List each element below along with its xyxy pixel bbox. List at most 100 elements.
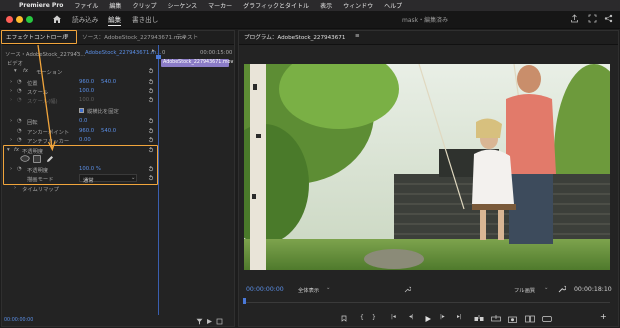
effect-controls-timecode[interactable]: 00:00:00:00: [4, 318, 33, 323]
tab-source[interactable]: ソース：AdobeStock_227943671.mov: [82, 33, 186, 41]
flicker-value[interactable]: 0.00: [79, 137, 91, 143]
play-audio-icon[interactable]: [206, 318, 213, 325]
rotation-expand-icon[interactable]: ›: [10, 118, 12, 124]
step-forward-icon[interactable]: |▸: [440, 314, 445, 320]
app-header: 読み込み 編集 書き出し mask・編集済み: [0, 11, 620, 29]
playhead-line: [158, 45, 159, 315]
uniform-scale-checkbox[interactable]: [79, 108, 84, 113]
position-reset-icon[interactable]: [148, 79, 154, 85]
quality-select[interactable]: フル画質 ⌄: [512, 285, 554, 294]
insert-icon[interactable]: [474, 315, 484, 323]
scale-value[interactable]: 100.0: [79, 88, 94, 94]
scale-stopwatch-icon[interactable]: ◔: [17, 88, 22, 94]
mark-out-icon[interactable]: }: [372, 314, 376, 321]
go-to-out-icon[interactable]: ▸|: [457, 314, 462, 320]
scale-width-reset-icon[interactable]: [148, 97, 154, 103]
share-icon[interactable]: [604, 14, 613, 23]
tab-export[interactable]: 書き出し: [132, 14, 158, 24]
overwrite-icon[interactable]: [491, 315, 501, 323]
blend-mode-reset-icon[interactable]: [148, 175, 154, 181]
add-button-icon[interactable]: +: [600, 312, 607, 321]
clip-bar-label: AdobeStock_227943671.mov: [163, 59, 234, 65]
rectangle-mask-icon[interactable]: [33, 155, 41, 163]
flicker-reset-icon[interactable]: [148, 137, 154, 143]
opacity-value[interactable]: 100.0 %: [79, 166, 101, 172]
opacity-stopwatch-icon[interactable]: ◔: [17, 166, 22, 172]
opacity-reset-icon[interactable]: [148, 147, 154, 153]
motion-reset-icon[interactable]: [148, 68, 154, 74]
expand-timeline-icon[interactable]: ▸: [152, 48, 155, 54]
fx-motion-icon[interactable]: fx: [23, 68, 28, 74]
quick-export-icon[interactable]: [570, 14, 579, 23]
filter-icon[interactable]: [196, 318, 203, 325]
menu-clip[interactable]: クリップ: [132, 1, 156, 10]
scrub-bar[interactable]: [244, 302, 610, 303]
compare-icon[interactable]: [525, 315, 535, 323]
opacity-value-reset-icon[interactable]: [148, 166, 154, 172]
scale-expand-icon[interactable]: ›: [10, 88, 12, 94]
scale-reset-icon[interactable]: [148, 88, 154, 94]
full-screen-icon[interactable]: [588, 14, 597, 23]
step-back-icon[interactable]: ◂|: [409, 314, 414, 320]
mark-in-icon[interactable]: {: [360, 314, 364, 321]
tab-edit[interactable]: 編集: [108, 14, 121, 24]
zoom-window-button[interactable]: [26, 16, 33, 23]
scrub-playhead[interactable]: [243, 298, 246, 304]
menu-sequence[interactable]: シーケンス: [167, 1, 197, 10]
anchor-y-value[interactable]: 540.0: [101, 128, 116, 134]
video-scene-image: [244, 64, 610, 270]
blend-mode-select[interactable]: 通常 ⌄: [79, 174, 137, 184]
menu-file[interactable]: ファイル: [74, 1, 98, 10]
add-marker-icon[interactable]: [340, 315, 348, 323]
close-window-button[interactable]: [6, 16, 13, 23]
settings-wrench-icon[interactable]: [404, 286, 411, 293]
anchor-stopwatch-icon[interactable]: ◔: [17, 128, 22, 134]
scale-label: スケール: [27, 90, 49, 96]
clip-bar[interactable]: AdobeStock_227943671.mov: [161, 59, 233, 67]
program-monitor-menu-icon[interactable]: ≡: [355, 33, 360, 39]
menu-edit[interactable]: 編集: [109, 1, 121, 10]
menu-help[interactable]: ヘルプ: [384, 1, 402, 10]
menu-view[interactable]: 表示: [320, 1, 332, 10]
anchor-x-value[interactable]: 960.0: [79, 128, 94, 134]
tab-import[interactable]: 読み込み: [72, 14, 98, 24]
rotation-stopwatch-icon[interactable]: ◔: [17, 118, 22, 124]
motion-expand-icon[interactable]: ▾: [14, 68, 17, 74]
chevron-down-icon: ⌄: [131, 175, 136, 181]
flicker-stopwatch-icon[interactable]: ◔: [17, 137, 22, 143]
fit-select[interactable]: 全体表示 ⌄: [296, 285, 336, 294]
wrench-icon[interactable]: [558, 285, 566, 293]
rotation-reset-icon[interactable]: [148, 118, 154, 124]
position-x-value[interactable]: 960.0: [79, 79, 94, 85]
fx-opacity-icon[interactable]: fx: [14, 147, 19, 153]
clip-label[interactable]: AdobeStock_227943671.m…: [85, 50, 162, 56]
menu-app-name[interactable]: Premiere Pro: [19, 2, 63, 9]
opacity-value-expand-icon[interactable]: ›: [10, 166, 12, 172]
export-frame-icon[interactable]: [216, 318, 223, 325]
ellipse-mask-icon[interactable]: [20, 155, 30, 162]
position-y-value[interactable]: 540.0: [101, 79, 116, 85]
program-video-frame[interactable]: [244, 64, 610, 270]
pen-mask-icon[interactable]: [46, 155, 54, 163]
program-timecode[interactable]: 00:00:00:00: [246, 286, 284, 293]
program-monitor-title[interactable]: プログラム：AdobeStock_227943671: [244, 33, 345, 41]
blend-mode-value: 通常: [83, 177, 94, 184]
minimize-window-button[interactable]: [16, 16, 23, 23]
play-button-icon[interactable]: [424, 315, 432, 323]
rotation-value[interactable]: 0.0: [79, 118, 87, 124]
position-expand-icon[interactable]: ›: [10, 79, 12, 85]
opacity-expand-icon[interactable]: ▾: [7, 147, 10, 153]
camera-icon[interactable]: [508, 315, 517, 323]
scale-width-stopwatch-icon: ◔: [17, 97, 22, 103]
menu-window[interactable]: ウィンドウ: [343, 1, 373, 10]
vr-icon[interactable]: [542, 315, 552, 323]
anchor-reset-icon[interactable]: [148, 128, 154, 134]
home-icon[interactable]: [52, 14, 62, 24]
tab-text[interactable]: テキスト: [176, 33, 198, 41]
menu-marker[interactable]: マーカー: [208, 1, 232, 10]
go-to-in-icon[interactable]: |◂: [391, 314, 396, 320]
position-stopwatch-icon[interactable]: ◔: [17, 79, 22, 85]
time-remap-expand-icon[interactable]: ›: [14, 185, 16, 191]
menu-graphics[interactable]: グラフィックとタイトル: [243, 1, 309, 10]
flicker-expand-icon[interactable]: ›: [10, 137, 12, 143]
